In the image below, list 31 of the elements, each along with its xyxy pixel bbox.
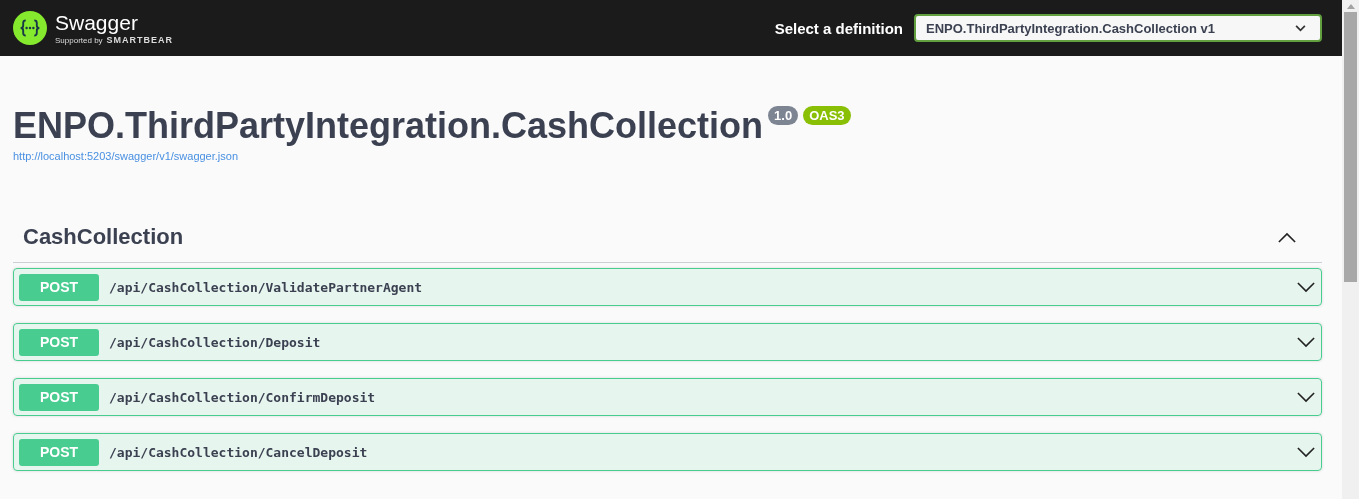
endpoint-path: /api/CashCollection/Deposit: [109, 334, 322, 350]
method-badge: POST: [19, 273, 99, 301]
expand-icon: [1297, 281, 1315, 293]
logo-name: Swagger: [55, 11, 139, 35]
method-badge: POST: [19, 383, 99, 411]
definition-label: Select a definition: [774, 19, 903, 37]
method-badge: POST: [19, 328, 99, 356]
expand-icon: [1297, 391, 1315, 403]
endpoint-path: /api/CashCollection/ValidatePartnerAgent: [109, 279, 424, 295]
scroll-thumb[interactable]: [1344, 12, 1357, 282]
tagline: Supported by: [55, 36, 103, 45]
operation-row[interactable]: POST /api/CashCollection/ConfirmDeposit: [13, 378, 1322, 416]
endpoint-path: /api/CashCollection/CancelDeposit: [109, 444, 369, 460]
operation-row[interactable]: POST /api/CashCollection/Deposit: [13, 323, 1322, 361]
api-title: ENPO.ThirdPartyIntegration.CashCollection: [13, 104, 764, 148]
endpoint-path: /api/CashCollection/ConfirmDeposit: [109, 389, 377, 405]
expand-icon: [1297, 446, 1315, 458]
scroll-up-icon[interactable]: [1346, 4, 1355, 9]
definition-select[interactable]: ENPO.ThirdPartyIntegration.CashCollection v1: [914, 14, 1322, 42]
operation-row[interactable]: POST /api/CashCollection/ValidatePartnerAgent: [13, 268, 1322, 306]
method-badge: POST: [19, 438, 99, 466]
spec-badge: OAS3: [803, 106, 851, 125]
expand-icon: [1297, 336, 1315, 348]
version-badge: 1.0: [768, 106, 799, 125]
operation-row[interactable]: POST /api/CashCollection/CancelDeposit: [13, 433, 1322, 471]
tag-header[interactable]: CashCollection: [13, 212, 1322, 263]
brand-name: SMARTBEAR: [106, 35, 174, 45]
scrollbar[interactable]: [1342, 0, 1359, 499]
swagger-logo-icon: [13, 11, 47, 45]
caret-icon: [1295, 24, 1306, 32]
collapse-icon: [1278, 231, 1296, 243]
